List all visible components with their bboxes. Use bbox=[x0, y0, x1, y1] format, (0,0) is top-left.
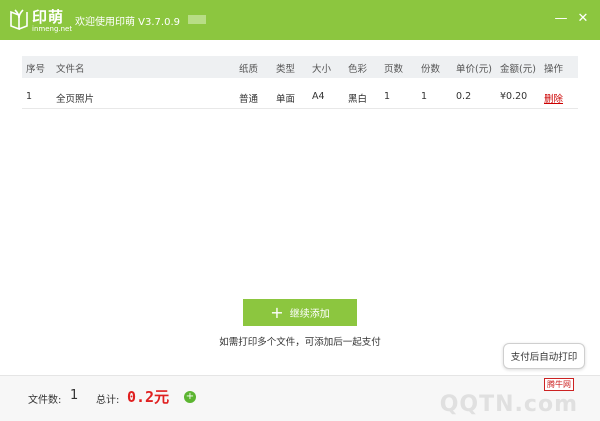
header-amount: 金额(元) bbox=[500, 64, 536, 75]
row-filename: 全页照片 bbox=[56, 94, 95, 105]
row-size: A4 bbox=[312, 91, 325, 102]
window-title: 欢迎使用印萌 V3.7.0.9 bbox=[75, 17, 181, 28]
watermark-badge: 腾牛网 bbox=[544, 378, 574, 391]
logo-text: 印萌 bbox=[32, 8, 65, 26]
header-copies: 份数 bbox=[421, 64, 441, 75]
title-badge bbox=[188, 15, 206, 24]
watermark-text: QQTN.com bbox=[439, 392, 578, 417]
header-index: 序号 bbox=[26, 64, 46, 75]
leaf-logo-icon bbox=[10, 9, 28, 30]
header-unit-price: 单价(元) bbox=[456, 64, 492, 75]
row-index: 1 bbox=[26, 91, 33, 102]
header-pages: 页数 bbox=[384, 64, 404, 75]
header-color: 色彩 bbox=[348, 64, 368, 75]
table-row: 1 全页照片 普通 单面 A4 黑白 1 1 0.2 ¥0.20 删除 bbox=[22, 86, 578, 108]
file-count-label: 文件数: bbox=[28, 395, 62, 406]
row-divider bbox=[22, 108, 578, 109]
row-copies: 1 bbox=[421, 91, 428, 102]
continue-add-label: 继续添加 bbox=[289, 309, 330, 320]
title-bar: 印萌 inmeng.net 欢迎使用印萌 V3.7.0.9 — ✕ bbox=[0, 0, 600, 40]
total-value: 0.2元 bbox=[127, 388, 170, 406]
header-paper: 纸质 bbox=[239, 64, 259, 75]
header-type: 类型 bbox=[276, 64, 296, 75]
header-filename: 文件名 bbox=[56, 64, 85, 75]
logo-domain: inmeng.net bbox=[32, 25, 73, 33]
minimize-button[interactable]: — bbox=[552, 10, 570, 28]
close-button[interactable]: ✕ bbox=[574, 10, 592, 28]
row-type: 单面 bbox=[276, 94, 296, 105]
delete-link[interactable]: 删除 bbox=[544, 91, 563, 105]
table-header: 序号 文件名 纸质 类型 大小 色彩 页数 份数 单价(元) 金额(元) 操作 bbox=[22, 56, 578, 78]
row-pages: 1 bbox=[384, 91, 391, 102]
header-action: 操作 bbox=[544, 64, 564, 75]
add-circle-icon[interactable]: + bbox=[184, 391, 196, 403]
app-logo: 印萌 inmeng.net bbox=[8, 6, 72, 36]
row-color: 黑白 bbox=[348, 94, 368, 105]
total-label: 总计: bbox=[96, 395, 120, 406]
file-count-value: 1 bbox=[70, 388, 79, 403]
header-size: 大小 bbox=[312, 64, 332, 75]
row-unit-price: 0.2 bbox=[456, 91, 472, 102]
continue-add-button[interactable]: + 继续添加 bbox=[243, 299, 357, 326]
row-amount: ¥0.20 bbox=[500, 91, 528, 102]
site-watermark: 腾牛网 QQTN.com bbox=[394, 372, 594, 421]
auto-print-tip: 支付后自动打印 bbox=[503, 343, 585, 369]
plus-icon: + bbox=[270, 302, 284, 322]
row-paper: 普通 bbox=[239, 94, 259, 105]
